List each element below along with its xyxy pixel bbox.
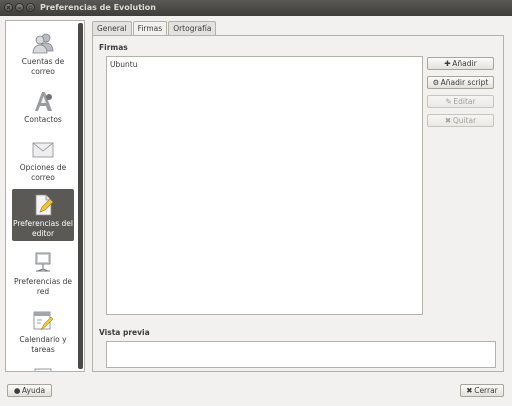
network-icon bbox=[35, 252, 51, 272]
remove-signature-button[interactable]: ✖ Quitar bbox=[427, 114, 494, 127]
calendar-icon bbox=[33, 311, 54, 331]
preferences-sidebar: Cuentas de correo Contactos Opciones de … bbox=[5, 20, 85, 372]
sidebar-item-editor-preferences[interactable]: Preferencias del editor bbox=[12, 189, 74, 241]
maximize-window-button[interactable] bbox=[26, 3, 35, 12]
accounts-icon bbox=[32, 33, 54, 54]
minimize-window-button[interactable] bbox=[15, 3, 24, 12]
window-titlebar: Preferencias de Evolution bbox=[0, 0, 512, 16]
help-button[interactable]: ●Ayuda bbox=[7, 384, 52, 397]
close-button[interactable]: ✖ Cerrar bbox=[460, 384, 504, 397]
close-icon: ✖ bbox=[466, 386, 473, 395]
sidebar-scrollbar[interactable] bbox=[78, 23, 83, 369]
tab-general[interactable]: General bbox=[92, 21, 132, 35]
sidebar-item-mail-options[interactable]: Opciones de correo bbox=[12, 133, 74, 185]
tab-signatures[interactable]: Firmas bbox=[132, 21, 168, 36]
maximize-icon bbox=[28, 5, 33, 10]
button-label: Añadir bbox=[452, 59, 477, 68]
button-label: Quitar bbox=[452, 116, 477, 125]
add-signature-button[interactable]: ✚ Añadir bbox=[427, 57, 494, 70]
add-script-button[interactable]: ⚙Añadir script bbox=[427, 76, 494, 89]
list-item[interactable]: Ubuntu bbox=[110, 60, 137, 69]
signatures-heading: Firmas bbox=[99, 43, 128, 52]
contacts-icon bbox=[35, 92, 52, 111]
help-icon: ● bbox=[13, 386, 21, 395]
signature-preview bbox=[106, 341, 496, 368]
sidebar-item-label: Preferencias de red bbox=[14, 277, 72, 296]
sidebar-item-contacts[interactable]: Contactos bbox=[12, 85, 74, 137]
sidebar-item-label: Preferencias del editor bbox=[12, 219, 74, 238]
preview-heading: Vista previa bbox=[99, 328, 150, 337]
pencil-icon: ✎ bbox=[445, 97, 452, 106]
window-controls bbox=[4, 3, 35, 12]
sidebar-item-accounts[interactable]: Cuentas de correo bbox=[12, 27, 74, 79]
window-title: Preferencias de Evolution bbox=[40, 3, 156, 12]
sidebar-item-label: Calendario y tareas bbox=[19, 335, 67, 354]
tab-bar: General Firmas Ortografía bbox=[92, 21, 217, 36]
button-label: Cerrar bbox=[474, 386, 498, 395]
editor-icon bbox=[35, 194, 54, 216]
close-icon bbox=[6, 5, 11, 10]
sidebar-item-label: Opciones de correo bbox=[19, 163, 67, 182]
minimize-icon bbox=[18, 7, 21, 9]
button-label: Ayuda bbox=[21, 386, 46, 395]
mail-icon bbox=[32, 142, 54, 158]
tab-spelling[interactable]: Ortografía bbox=[168, 21, 217, 35]
sidebar-item-more[interactable] bbox=[12, 363, 74, 371]
sidebar-item-label: Cuentas de correo bbox=[21, 57, 65, 76]
close-window-button[interactable] bbox=[4, 3, 13, 12]
signatures-list[interactable]: Ubuntu bbox=[106, 56, 423, 315]
gear-icon: ⚙ bbox=[432, 78, 440, 87]
button-label: Añadir script bbox=[440, 78, 489, 87]
document-icon bbox=[34, 368, 52, 371]
edit-signature-button[interactable]: ✎ Editar bbox=[427, 95, 494, 108]
button-label: Editar bbox=[453, 97, 476, 106]
sidebar-item-calendar-tasks[interactable]: Calendario y tareas bbox=[12, 305, 74, 357]
close-icon: ✖ bbox=[444, 116, 452, 125]
sidebar-item-network-preferences[interactable]: Preferencias de red bbox=[12, 247, 74, 299]
sidebar-item-label: Contactos bbox=[24, 115, 62, 124]
plus-icon: ✚ bbox=[444, 59, 451, 68]
